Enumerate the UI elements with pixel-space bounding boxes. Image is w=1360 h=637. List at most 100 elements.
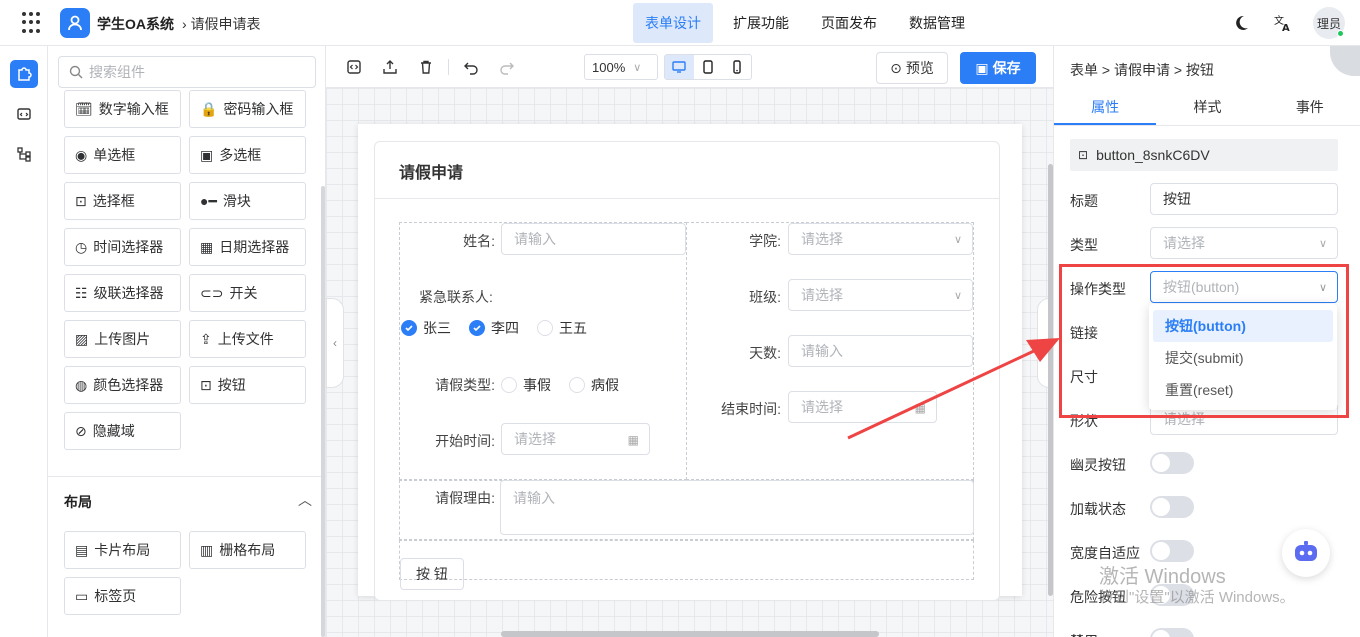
tab-extensions[interactable]: 扩展功能 xyxy=(721,3,801,43)
chevron-up-icon[interactable]: ︿ xyxy=(298,490,312,510)
chevron-down-icon: ∨ xyxy=(953,290,962,302)
component-label: 选择框 xyxy=(92,193,135,209)
leave-type-option-2[interactable]: 病假 xyxy=(569,375,619,395)
redo-icon[interactable] xyxy=(498,58,516,76)
translate-icon[interactable]: 文A xyxy=(1273,13,1293,36)
preview-icon: ⊙ xyxy=(890,59,902,76)
component-library: 🗓 数字输入框 🔒 密码输入框 ◉ 单选框 ▣ 多选框 ⊡ 选择框 ●━ 滑块 ◷ 时间选择器… xyxy=(48,46,326,637)
tablet-icon[interactable] xyxy=(694,55,723,79)
component-password-input[interactable]: 🔒 密码输入框 xyxy=(189,90,306,128)
tab-publish[interactable]: 页面发布 xyxy=(809,3,889,43)
end-time-label: 结束时间: xyxy=(721,401,781,417)
end-time-placeholder: 请选择 xyxy=(801,399,843,415)
component-upload-file[interactable]: ⇪ 上传文件 xyxy=(189,320,306,358)
save-button[interactable]: ▣ 保存 xyxy=(960,52,1036,84)
tab-form-design[interactable]: 表单设计 xyxy=(633,3,713,43)
checkbox-icon: ▣ xyxy=(200,146,214,163)
undo-icon[interactable] xyxy=(462,58,480,76)
contact-label: 紧急联系人: xyxy=(419,289,493,305)
dark-mode-icon[interactable] xyxy=(1232,14,1250,35)
component-switch[interactable]: ⊂⊃ 开关 xyxy=(189,274,306,312)
component-upload-image[interactable]: ▨ 上传图片 xyxy=(64,320,181,358)
name-input[interactable]: 请输入 xyxy=(501,223,686,255)
library-scrollbar[interactable] xyxy=(321,186,325,637)
button-row[interactable] xyxy=(399,540,974,580)
college-select[interactable]: 请选择 ∨ xyxy=(788,223,973,255)
start-time-picker[interactable]: 请选择 ▦ xyxy=(501,423,650,455)
component-search[interactable] xyxy=(58,56,316,88)
component-cascader[interactable]: ☷ 级联选择器 xyxy=(64,274,181,312)
contact-option-2[interactable]: 李四 xyxy=(469,318,519,338)
save-label: 保存 xyxy=(992,60,1021,76)
loading-toggle[interactable] xyxy=(1150,496,1194,518)
components-nav-button[interactable] xyxy=(10,60,38,88)
assistant-bot-icon[interactable] xyxy=(1282,529,1330,577)
component-id: button_8snkC6DV xyxy=(1096,147,1210,163)
code-view-icon[interactable] xyxy=(345,58,363,76)
eye-off-icon: ⊘ xyxy=(75,422,87,439)
title-input[interactable]: 按钮 xyxy=(1150,183,1338,215)
class-select[interactable]: 请选择 ∨ xyxy=(788,279,973,311)
class-placeholder: 请选择 xyxy=(801,287,843,303)
collapse-left-handle[interactable]: ‹ xyxy=(326,298,344,388)
component-time-picker[interactable]: ◷ 时间选择器 xyxy=(64,228,181,266)
type-select[interactable]: 请选择 ∨ xyxy=(1150,227,1338,259)
tab-events[interactable]: 事件 xyxy=(1259,88,1360,125)
layout-card[interactable]: ▤ 卡片布局 xyxy=(64,531,181,569)
component-button[interactable]: ⊡ 按钮 xyxy=(189,366,306,404)
tab-styles[interactable]: 样式 xyxy=(1156,88,1258,125)
search-input[interactable] xyxy=(89,64,289,80)
component-label: 密码输入框 xyxy=(223,101,294,117)
tab-data-management[interactable]: 数据管理 xyxy=(897,3,977,43)
component-slider[interactable]: ●━ 滑块 xyxy=(189,182,306,220)
ghost-toggle[interactable] xyxy=(1150,452,1194,474)
component-color-picker[interactable]: ◍ 颜色选择器 xyxy=(64,366,181,404)
online-status-dot xyxy=(1337,30,1344,37)
component-select[interactable]: ⊡ 选择框 xyxy=(64,182,181,220)
code-nav-button[interactable] xyxy=(10,100,38,128)
component-number-input[interactable]: 🗓 数字输入框 xyxy=(64,90,181,128)
preview-button[interactable]: ⊙ 预览 xyxy=(876,52,948,84)
search-icon xyxy=(69,65,83,79)
college-label: 学院: xyxy=(749,233,781,249)
contact-option-3[interactable]: 王五 xyxy=(537,318,587,338)
apps-grid-icon[interactable] xyxy=(22,12,44,34)
leave-type-option-1[interactable]: 事假 xyxy=(501,375,551,395)
switch-icon: ⊂⊃ xyxy=(200,284,224,301)
breadcrumb[interactable]: › 请假申请表 xyxy=(182,14,261,34)
component-label: 栅格布局 xyxy=(219,542,276,558)
save-icon: ▣ xyxy=(975,59,989,76)
layout-grid[interactable]: ▥ 栅格布局 xyxy=(189,531,306,569)
component-label: 隐藏域 xyxy=(92,423,135,439)
import-icon[interactable] xyxy=(381,58,399,76)
zoom-select[interactable]: 100% ∨ xyxy=(584,54,658,80)
canvas-horizontal-scrollbar[interactable] xyxy=(501,631,879,637)
desktop-icon[interactable] xyxy=(665,55,694,79)
reason-textarea[interactable]: 请输入 xyxy=(500,480,974,535)
component-hidden-field[interactable]: ⊘ 隐藏域 xyxy=(64,412,181,450)
mobile-icon[interactable] xyxy=(722,55,751,79)
layout-tabs[interactable]: ▭ 标签页 xyxy=(64,577,181,615)
contact-option-1[interactable]: 张三 xyxy=(401,318,451,338)
component-date-picker[interactable]: ▦ 日期选择器 xyxy=(189,228,306,266)
college-placeholder: 请选择 xyxy=(801,231,843,247)
user-name: 理员 xyxy=(1316,16,1341,31)
delete-icon[interactable] xyxy=(417,58,435,76)
chevron-left-icon: ‹ xyxy=(333,336,337,350)
leave-type-option-label: 事假 xyxy=(523,377,551,393)
tab-attributes[interactable]: 属性 xyxy=(1054,88,1157,125)
tree-nav-button[interactable] xyxy=(10,140,38,168)
form-button[interactable]: 按 钮 xyxy=(400,558,464,590)
slider-icon: ●━ xyxy=(200,192,217,209)
avatar[interactable]: 理员 xyxy=(1313,7,1345,39)
radio-icon xyxy=(501,377,517,393)
component-checkbox[interactable]: ▣ 多选框 xyxy=(189,136,306,174)
component-radio[interactable]: ◉ 单选框 xyxy=(64,136,181,174)
calendar-icon: ▦ xyxy=(627,433,639,447)
title-label: 标题 xyxy=(1070,193,1098,209)
reason-placeholder: 请输入 xyxy=(513,490,555,506)
disabled-toggle[interactable] xyxy=(1150,628,1194,637)
component-label: 上传图片 xyxy=(94,331,151,347)
toolbar-divider xyxy=(448,59,449,75)
block-toggle[interactable] xyxy=(1150,540,1194,562)
